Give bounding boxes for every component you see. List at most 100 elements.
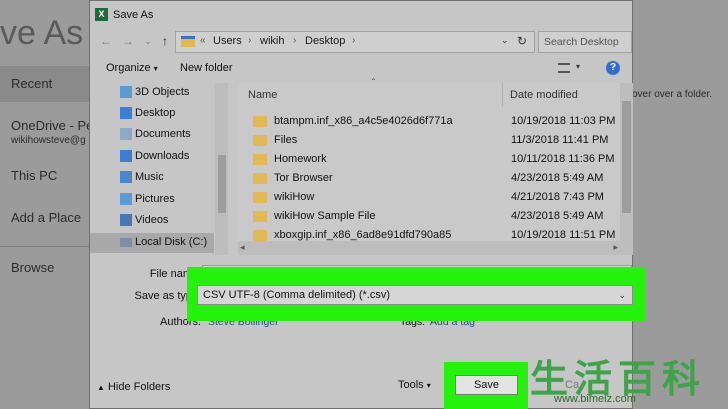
nav-item-label: Documents xyxy=(135,128,191,140)
column-header-date-modified[interactable]: Date modified xyxy=(510,89,578,101)
nav-item-label: Desktop xyxy=(135,107,176,119)
file-row[interactable]: wikiHow Sample File 4/23/2018 5:49 AM xyxy=(238,207,620,226)
organize-label: Organize xyxy=(106,62,151,74)
file-date: 10/19/2018 11:03 PM xyxy=(511,115,616,127)
breadcrumb-desktop[interactable]: Desktop xyxy=(305,35,345,47)
documents-icon xyxy=(120,128,132,140)
navigation-pane: 3D Objects Desktop Documents Downloads M… xyxy=(90,83,230,255)
hide-folders-label: Hide Folders xyxy=(107,381,171,393)
nav-item-music[interactable]: Music xyxy=(120,168,228,188)
help-icon[interactable]: ? xyxy=(606,61,620,75)
file-list-scrollbar[interactable] xyxy=(620,83,633,255)
desktop-icon xyxy=(120,107,132,119)
file-name: Homework xyxy=(274,153,327,165)
backstage-recent[interactable]: Recent xyxy=(11,76,52,91)
videos-icon xyxy=(120,214,132,226)
save-as-type-label: Save as typ xyxy=(134,290,192,302)
address-bar[interactable]: « Users › wikih › Desktop › ⌄ ↻ xyxy=(175,31,535,53)
file-name: Tor Browser xyxy=(274,172,333,184)
save-button[interactable]: Save xyxy=(455,375,518,395)
save-as-type-select[interactable]: CSV UTF-8 (Comma delimited) (*.csv) ⌄ xyxy=(197,285,633,305)
pictures-icon xyxy=(120,193,132,205)
breadcrumb-chevron-icon[interactable]: › xyxy=(352,35,355,46)
breadcrumb-wikih[interactable]: wikih xyxy=(260,35,284,47)
view-options-icon[interactable] xyxy=(558,63,570,73)
file-name: Files xyxy=(274,134,298,146)
file-date: 10/19/2018 11:51 PM xyxy=(511,229,616,241)
tools-label: Tools xyxy=(398,379,424,391)
folder-icon xyxy=(181,36,195,47)
chevron-up-icon: ▲ xyxy=(97,383,105,392)
view-dropdown-icon[interactable]: ▾ xyxy=(576,62,580,71)
nav-pane-scroll-thumb[interactable] xyxy=(218,155,226,213)
nav-item-label: Local Disk (C:) xyxy=(135,236,208,248)
breadcrumb-users[interactable]: Users xyxy=(213,35,242,47)
backstage-add-place[interactable]: Add a Place xyxy=(11,210,81,225)
organize-dropdown-icon: ▾ xyxy=(153,64,158,73)
column-divider[interactable] xyxy=(502,83,503,107)
folder-icon xyxy=(253,173,267,184)
file-name: btampm.inf_x86_a4c5e4026d6f771a xyxy=(274,115,453,127)
file-row[interactable]: btampm.inf_x86_a4c5e4026d6f771a 10/19/20… xyxy=(238,112,620,131)
folder-icon xyxy=(253,116,267,127)
address-dropdown-icon[interactable]: ⌄ xyxy=(501,35,509,46)
folder-icon xyxy=(253,192,267,203)
save-as-type-value: CSV UTF-8 (Comma delimited) (*.csv) xyxy=(203,289,391,301)
file-date: 11/3/2018 11:41 PM xyxy=(511,134,609,146)
file-date: 4/21/2018 7:43 PM xyxy=(511,191,604,203)
breadcrumb-separator: « xyxy=(200,35,206,46)
navigation-bar: ← → ⌄ ↑ « Users › wikih › Desktop › ⌄ ↻ … xyxy=(90,29,632,55)
breadcrumb-chevron-icon[interactable]: › xyxy=(248,35,251,46)
backstage-onedrive[interactable]: OneDrive - Pe xyxy=(11,118,93,133)
chevron-down-icon: ⌄ xyxy=(618,290,626,300)
backstage-browse[interactable]: Browse xyxy=(11,260,54,275)
file-name: wikiHow xyxy=(274,191,315,203)
nav-item-documents[interactable]: Documents xyxy=(120,125,228,145)
file-name: xboxgip.inf_x86_6ad8e91dfd790a85 xyxy=(274,229,452,241)
sort-arrow-icon: ⌃ xyxy=(370,77,377,86)
backstage-hover-hint: over over a folder. xyxy=(632,89,713,100)
file-list-hscrollbar[interactable]: ◂ ▸ xyxy=(238,241,620,255)
nav-pane-scrollbar[interactable] xyxy=(215,83,228,255)
folder-icon xyxy=(253,230,267,241)
column-header-name[interactable]: Name xyxy=(248,89,277,101)
drive-icon xyxy=(120,238,132,247)
recent-locations-chevron-icon[interactable]: ⌄ xyxy=(140,33,156,49)
file-row[interactable]: wikiHow 4/21/2018 7:43 PM xyxy=(238,188,620,207)
backstage-this-pc[interactable]: This PC xyxy=(11,168,57,183)
file-row[interactable]: Tor Browser 4/23/2018 5:49 AM xyxy=(238,169,620,188)
new-folder-button[interactable]: New folder xyxy=(180,62,233,74)
dialog-title: Save As xyxy=(113,9,154,21)
nav-item-local-disk[interactable]: Local Disk (C:) xyxy=(90,233,214,253)
file-row[interactable]: Homework 10/11/2018 11:36 PM xyxy=(238,150,620,169)
file-row[interactable]: Files 11/3/2018 11:41 PM xyxy=(238,131,620,150)
nav-item-3d-objects[interactable]: 3D Objects xyxy=(120,83,228,103)
nav-item-label: Pictures xyxy=(135,193,175,205)
nav-item-pictures[interactable]: Pictures xyxy=(120,190,228,210)
scroll-left-icon[interactable]: ◂ xyxy=(240,242,245,253)
nav-item-downloads[interactable]: Downloads xyxy=(120,147,228,167)
dialog-titlebar[interactable]: X Save As xyxy=(90,1,632,29)
breadcrumb-chevron-icon[interactable]: › xyxy=(293,35,296,46)
watermark: 生活百科 www.bimeiz.com xyxy=(524,348,728,409)
file-date: 4/23/2018 5:49 AM xyxy=(511,210,604,222)
nav-item-label: Music xyxy=(135,171,164,183)
organize-button[interactable]: Organize ▾ xyxy=(106,62,158,74)
nav-item-desktop[interactable]: Desktop xyxy=(120,104,228,124)
back-arrow-icon[interactable]: ← xyxy=(98,33,114,49)
file-date: 4/23/2018 5:49 AM xyxy=(511,172,604,184)
search-input[interactable]: Search Desktop xyxy=(538,31,632,53)
file-list-scroll-thumb[interactable] xyxy=(622,101,631,213)
scroll-right-icon[interactable]: ▸ xyxy=(613,242,618,253)
backstage-onedrive-email: wikihowsteve@g xyxy=(11,135,86,146)
nav-item-videos[interactable]: Videos xyxy=(120,211,228,231)
forward-arrow-icon[interactable]: → xyxy=(120,33,136,49)
up-arrow-icon[interactable]: ↑ xyxy=(157,33,173,49)
nav-item-label: Videos xyxy=(135,214,169,226)
dialog-toolbar: Organize ▾ New folder ▾ ? xyxy=(90,59,632,79)
refresh-icon[interactable]: ↻ xyxy=(517,34,527,48)
excel-icon: X xyxy=(95,8,108,21)
hide-folders-button[interactable]: ▲ Hide Folders xyxy=(97,381,170,393)
downloads-icon xyxy=(120,150,132,162)
tools-button[interactable]: Tools ▾ xyxy=(398,379,431,391)
